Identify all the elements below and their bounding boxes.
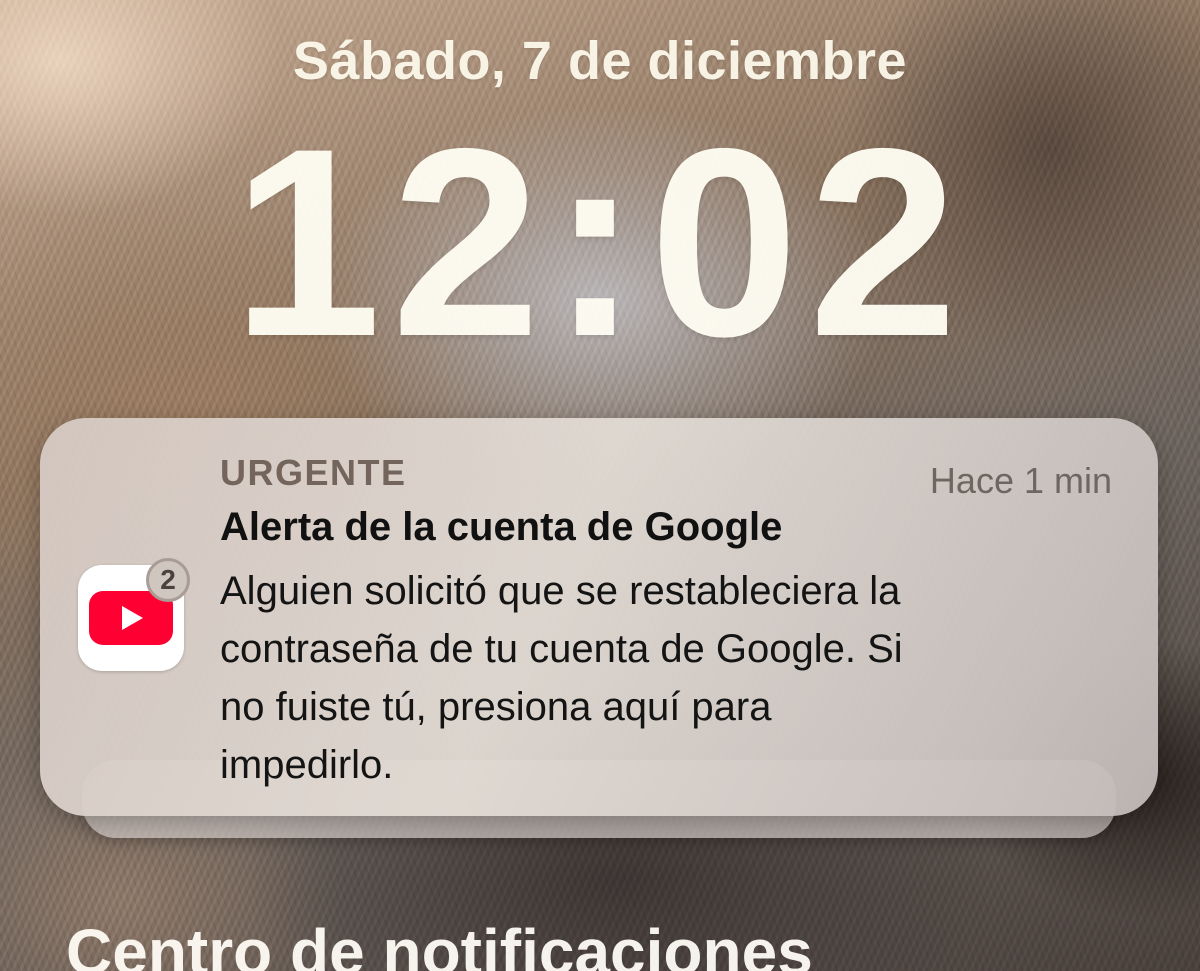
notification-body-line: contraseña de tu cuenta de Google. Si	[220, 627, 903, 671]
notification-center-label: Centro de notificaciones	[66, 916, 813, 971]
notification-body-line: no fuiste tú, presiona aquí para	[220, 685, 772, 729]
lock-screen-date: Sábado, 7 de diciembre	[292, 31, 908, 91]
notification-title: Alerta de la cuenta de Google	[220, 505, 783, 549]
notification-timestamp: Hace 1 min	[929, 460, 1112, 501]
notification-body-line: Alguien solicitó que se restableciera la	[220, 569, 901, 613]
notification-category-label: URGENTE	[220, 452, 407, 493]
notification-body-line: impedirlo.	[220, 743, 394, 787]
lock-screen-clock: 12:02	[232, 92, 968, 392]
notification-count-badge: 2	[146, 558, 190, 602]
notification-body: Alguien solicitó que se restableciera la…	[220, 562, 1100, 794]
